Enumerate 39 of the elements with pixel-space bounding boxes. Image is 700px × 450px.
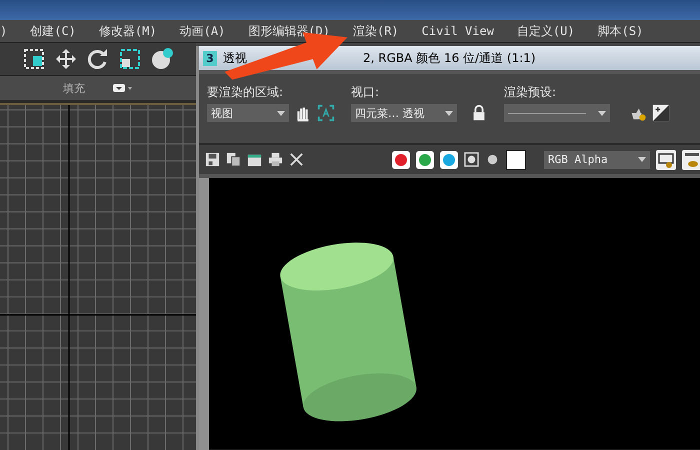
menu-item[interactable]: 修改器(M) bbox=[98, 22, 157, 40]
viewport-dropdown[interactable]: 四元菜… 透视 bbox=[351, 104, 457, 122]
display-icon[interactable] bbox=[656, 150, 676, 170]
preset-label: 渲染预设: bbox=[504, 84, 558, 102]
move-icon[interactable] bbox=[54, 47, 78, 71]
menu-item[interactable]: 动画(A) bbox=[180, 22, 226, 40]
channel-toggle[interactable] bbox=[416, 150, 434, 169]
close-icon[interactable] bbox=[289, 152, 304, 168]
area-dropdown[interactable]: 视图 bbox=[207, 104, 289, 122]
select-region-icon[interactable] bbox=[22, 47, 46, 71]
fill-label[interactable]: 填充 bbox=[63, 80, 85, 96]
auto-region-icon[interactable] bbox=[317, 104, 335, 122]
save-icon[interactable] bbox=[205, 152, 220, 168]
channel-toggle[interactable] bbox=[440, 150, 458, 169]
menu-item[interactable]: Civil View bbox=[422, 24, 494, 38]
area-label: 要渲染的区域: bbox=[207, 84, 284, 102]
window-title: 2, RGBA 颜色 16 位/通道 (1:1) bbox=[363, 50, 536, 67]
channel-toggle[interactable] bbox=[392, 150, 410, 169]
window-eye-icon[interactable] bbox=[682, 150, 700, 170]
menu-item[interactable]: 自定义(U) bbox=[516, 22, 575, 40]
menu-item[interactable]: ) bbox=[0, 24, 8, 38]
display-channel-dropdown[interactable]: RGB Alpha bbox=[544, 150, 650, 169]
app-icon: 3 bbox=[203, 50, 217, 66]
menu-item[interactable]: 脚本(S) bbox=[598, 22, 644, 40]
menu-item[interactable]: 渲染(R) bbox=[352, 22, 399, 40]
print-icon[interactable] bbox=[268, 152, 283, 168]
window-title: 透视 bbox=[223, 50, 247, 67]
color-swatch[interactable] bbox=[506, 150, 526, 170]
viewport-label: 视口: bbox=[351, 84, 380, 102]
dropdown-icon[interactable] bbox=[113, 83, 133, 93]
preset-dropdown[interactable] bbox=[504, 104, 610, 122]
exposure-icon[interactable] bbox=[652, 104, 670, 122]
material-sphere-icon[interactable] bbox=[150, 47, 174, 71]
alpha-channel-icon[interactable] bbox=[464, 152, 479, 168]
rotate-icon[interactable] bbox=[86, 47, 110, 71]
clone-window-icon[interactable] bbox=[247, 152, 262, 168]
copy-icon[interactable] bbox=[226, 152, 241, 168]
menu-item[interactable]: 创建(C) bbox=[30, 22, 76, 40]
scale-icon[interactable] bbox=[118, 47, 142, 71]
